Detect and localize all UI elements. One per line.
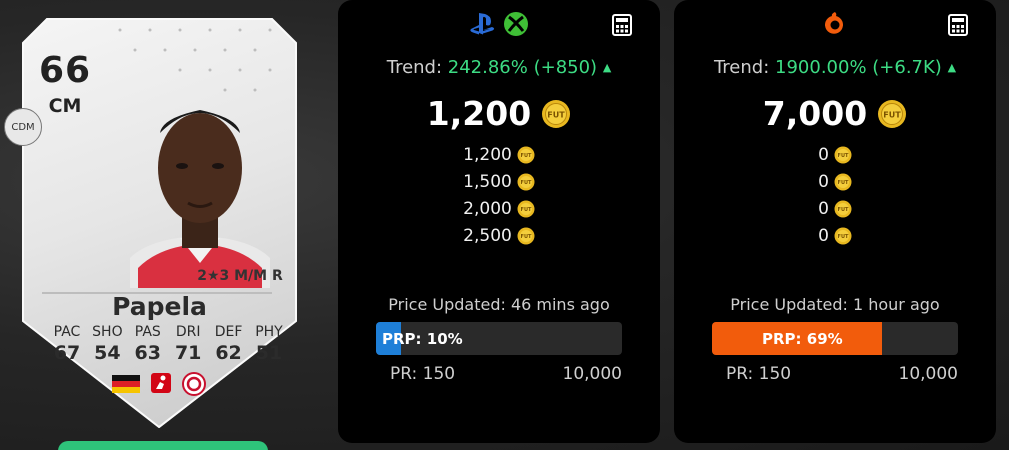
stat-label: DEF bbox=[214, 324, 243, 340]
player-name: Papela bbox=[112, 292, 207, 321]
price-tier: 2,500 FUT bbox=[338, 222, 660, 249]
fut-coin-icon: FUT bbox=[517, 146, 535, 163]
stat-pas: PAS 63 bbox=[129, 324, 167, 364]
fut-coin-icon: FUT bbox=[517, 173, 535, 190]
prp-bar: PRP: 69% bbox=[712, 322, 958, 355]
stat-value: 62 bbox=[215, 342, 242, 364]
svg-text:FUT: FUT bbox=[520, 153, 531, 159]
svg-text:FUT: FUT bbox=[520, 180, 531, 186]
stat-value: 63 bbox=[134, 342, 161, 364]
svg-text:FUT: FUT bbox=[520, 234, 531, 240]
stat-value: 71 bbox=[174, 342, 202, 364]
trend-row: Trend: 1900.00% (+6.7K) ▲ bbox=[674, 57, 996, 78]
trend-label: Trend: bbox=[386, 57, 443, 78]
skill-weak-foot-workrate: 2★3 M/M R bbox=[197, 268, 283, 284]
germany-flag-icon bbox=[112, 375, 140, 393]
stat-dri: DRI 71 bbox=[169, 324, 207, 364]
prp-label: PRP: 69% bbox=[762, 329, 843, 348]
fut-coin-icon: FUT bbox=[834, 200, 852, 217]
price-tiers: 1,200 FUT 1,500 FUT 2,000 FUT 2,500 FUT bbox=[338, 141, 660, 249]
player-position: CM bbox=[48, 95, 82, 117]
stat-value: 51 bbox=[255, 342, 283, 364]
player-rating: 66 bbox=[38, 50, 92, 91]
mainz-05-icon bbox=[182, 372, 206, 396]
fut-coin-icon: FUT bbox=[542, 99, 571, 128]
price-value: 7,000 bbox=[762, 94, 868, 133]
stat-label: PAC bbox=[53, 324, 81, 340]
current-price: 1,200 FUT bbox=[338, 94, 660, 133]
stat-label: PAS bbox=[134, 324, 161, 340]
svg-text:FUT: FUT bbox=[547, 110, 565, 119]
price-range-min: PR: 150 bbox=[390, 364, 456, 384]
price-tiers: 0 FUT 0 FUT 0 FUT 0 FUT bbox=[674, 141, 996, 249]
price-range-min: PR: 150 bbox=[726, 364, 792, 384]
price-tier: 1,500 FUT bbox=[338, 168, 660, 195]
calculator-icon[interactable] bbox=[612, 14, 632, 36]
playstation-icon[interactable] bbox=[468, 10, 498, 38]
svg-text:FUT: FUT bbox=[837, 180, 848, 186]
stat-def: DEF 62 bbox=[210, 324, 248, 364]
stat-value: 67 bbox=[53, 342, 81, 364]
svg-text:FUT: FUT bbox=[837, 207, 848, 213]
player-stats: PAC 67 SHO 54 PAS 63 DRI 71 DEF 62 PHY 51 bbox=[48, 324, 288, 364]
trend-up-icon: ▲ bbox=[602, 61, 612, 74]
trend-value: 1900.00% (+6.7K) bbox=[775, 57, 942, 78]
stat-label: SHO bbox=[92, 324, 123, 340]
calculator-icon[interactable] bbox=[948, 14, 968, 36]
fut-coin-icon: FUT bbox=[517, 227, 535, 244]
tier-value: 0 bbox=[818, 171, 829, 192]
tier-value: 1,500 bbox=[463, 171, 512, 192]
console-price-panel: Trend: 242.86% (+850) ▲ 1,200 FUT 1,200 F… bbox=[338, 0, 660, 443]
fut-coin-icon: FUT bbox=[517, 200, 535, 217]
svg-text:FUT: FUT bbox=[837, 234, 848, 240]
price-updated: Price Updated: 46 mins ago bbox=[388, 295, 610, 314]
trend-up-icon: ▲ bbox=[947, 61, 957, 74]
tier-value: 0 bbox=[818, 225, 829, 246]
origin-icon[interactable] bbox=[821, 10, 849, 38]
current-price: 7,000 FUT bbox=[674, 94, 996, 133]
fut-coin-icon: FUT bbox=[834, 146, 852, 163]
bundesliga-icon bbox=[151, 373, 171, 393]
price-range: PR: 150 10,000 bbox=[390, 364, 622, 384]
price-updated: Price Updated: 1 hour ago bbox=[730, 295, 940, 314]
svg-text:FUT: FUT bbox=[520, 207, 531, 213]
fut-coin-icon: FUT bbox=[834, 173, 852, 190]
pc-price-panel: Trend: 1900.00% (+6.7K) ▲ 7,000 FUT 0 FUT… bbox=[674, 0, 996, 443]
price-tier: 0 FUT bbox=[674, 168, 996, 195]
price-tier: 2,000 FUT bbox=[338, 195, 660, 222]
prp-label: PRP: 10% bbox=[382, 329, 463, 348]
tier-value: 2,500 bbox=[463, 225, 512, 246]
price-tier: 0 FUT bbox=[674, 195, 996, 222]
stat-label: PHY bbox=[255, 324, 283, 340]
price-tier: 1,200 FUT bbox=[338, 141, 660, 168]
trend-label: Trend: bbox=[713, 57, 770, 78]
stat-sho: SHO 54 bbox=[88, 324, 126, 364]
stat-pac: PAC 67 bbox=[48, 324, 86, 364]
green-action-tab[interactable] bbox=[58, 441, 268, 450]
trend-row: Trend: 242.86% (+850) ▲ bbox=[338, 57, 660, 78]
fut-coin-icon: FUT bbox=[878, 99, 907, 128]
xbox-icon[interactable] bbox=[502, 10, 530, 38]
stat-label: DRI bbox=[175, 324, 201, 340]
tier-value: 0 bbox=[818, 144, 829, 165]
price-value: 1,200 bbox=[426, 94, 532, 133]
price-range: PR: 150 10,000 bbox=[726, 364, 958, 384]
svg-text:FUT: FUT bbox=[883, 110, 901, 119]
tier-value: 2,000 bbox=[463, 198, 512, 219]
tier-value: 0 bbox=[818, 198, 829, 219]
prp-bar: PRP: 10% bbox=[376, 322, 622, 355]
price-range-max: 10,000 bbox=[898, 364, 958, 384]
price-tier: 0 FUT bbox=[674, 141, 996, 168]
alt-position-badge[interactable]: CDM bbox=[4, 108, 42, 146]
price-tier: 0 FUT bbox=[674, 222, 996, 249]
player-portrait bbox=[130, 110, 270, 288]
fut-coin-icon: FUT bbox=[834, 227, 852, 244]
stat-phy: PHY 51 bbox=[250, 324, 288, 364]
trend-value: 242.86% (+850) bbox=[447, 57, 598, 78]
svg-text:FUT: FUT bbox=[837, 153, 848, 159]
tier-value: 1,200 bbox=[463, 144, 512, 165]
stat-value: 54 bbox=[94, 342, 121, 364]
card-badges bbox=[112, 372, 212, 396]
price-range-max: 10,000 bbox=[562, 364, 622, 384]
